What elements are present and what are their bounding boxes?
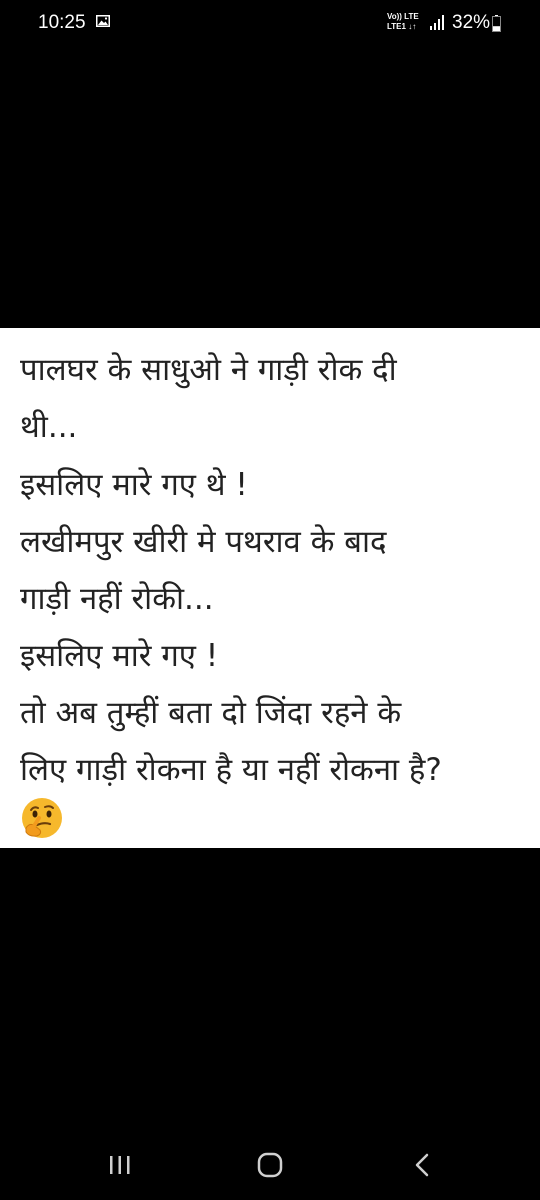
gallery-notification-icon (96, 15, 110, 27)
home-icon[interactable] (250, 1150, 290, 1180)
post-text-line: इसलिए मारे गए ! (20, 638, 219, 674)
battery-percent: 32% (452, 12, 491, 33)
post-text-line: गाड़ी नहीं रोकी... (20, 581, 214, 617)
post-text-line: पालघर के साधुओ ने गाड़ी रोक दी (20, 352, 397, 388)
network-indicator-bottom: LTE1 ↓↑ (387, 22, 417, 31)
status-bar: 10:25 Vo)) LTE LTE1 ↓↑ 32% (0, 0, 540, 48)
back-icon[interactable] (402, 1150, 442, 1180)
post-text-line: लखीमपुर खीरी मे पथराव के बाद (20, 524, 387, 560)
navigation-bar (0, 1130, 540, 1200)
post-text-line: लिए गाड़ी रोकना है या नहीं रोकना है? (20, 752, 442, 788)
recent-apps-icon[interactable] (100, 1150, 140, 1180)
battery-icon (492, 15, 501, 32)
signal-strength-icon (430, 15, 444, 30)
post-text-line: थी... (20, 409, 78, 445)
post-text-line: तो अब तुम्हीं बता दो जिंदा रहने के (20, 695, 402, 731)
status-time: 10:25 (38, 12, 86, 33)
post-image-card: पालघर के साधुओ ने गाड़ी रोक दी थी... इसल… (0, 328, 540, 848)
thinking-face-icon (22, 798, 62, 838)
post-text-line: इसलिए मारे गए थे ! (20, 467, 248, 503)
network-indicator-top: Vo)) LTE (387, 12, 419, 21)
